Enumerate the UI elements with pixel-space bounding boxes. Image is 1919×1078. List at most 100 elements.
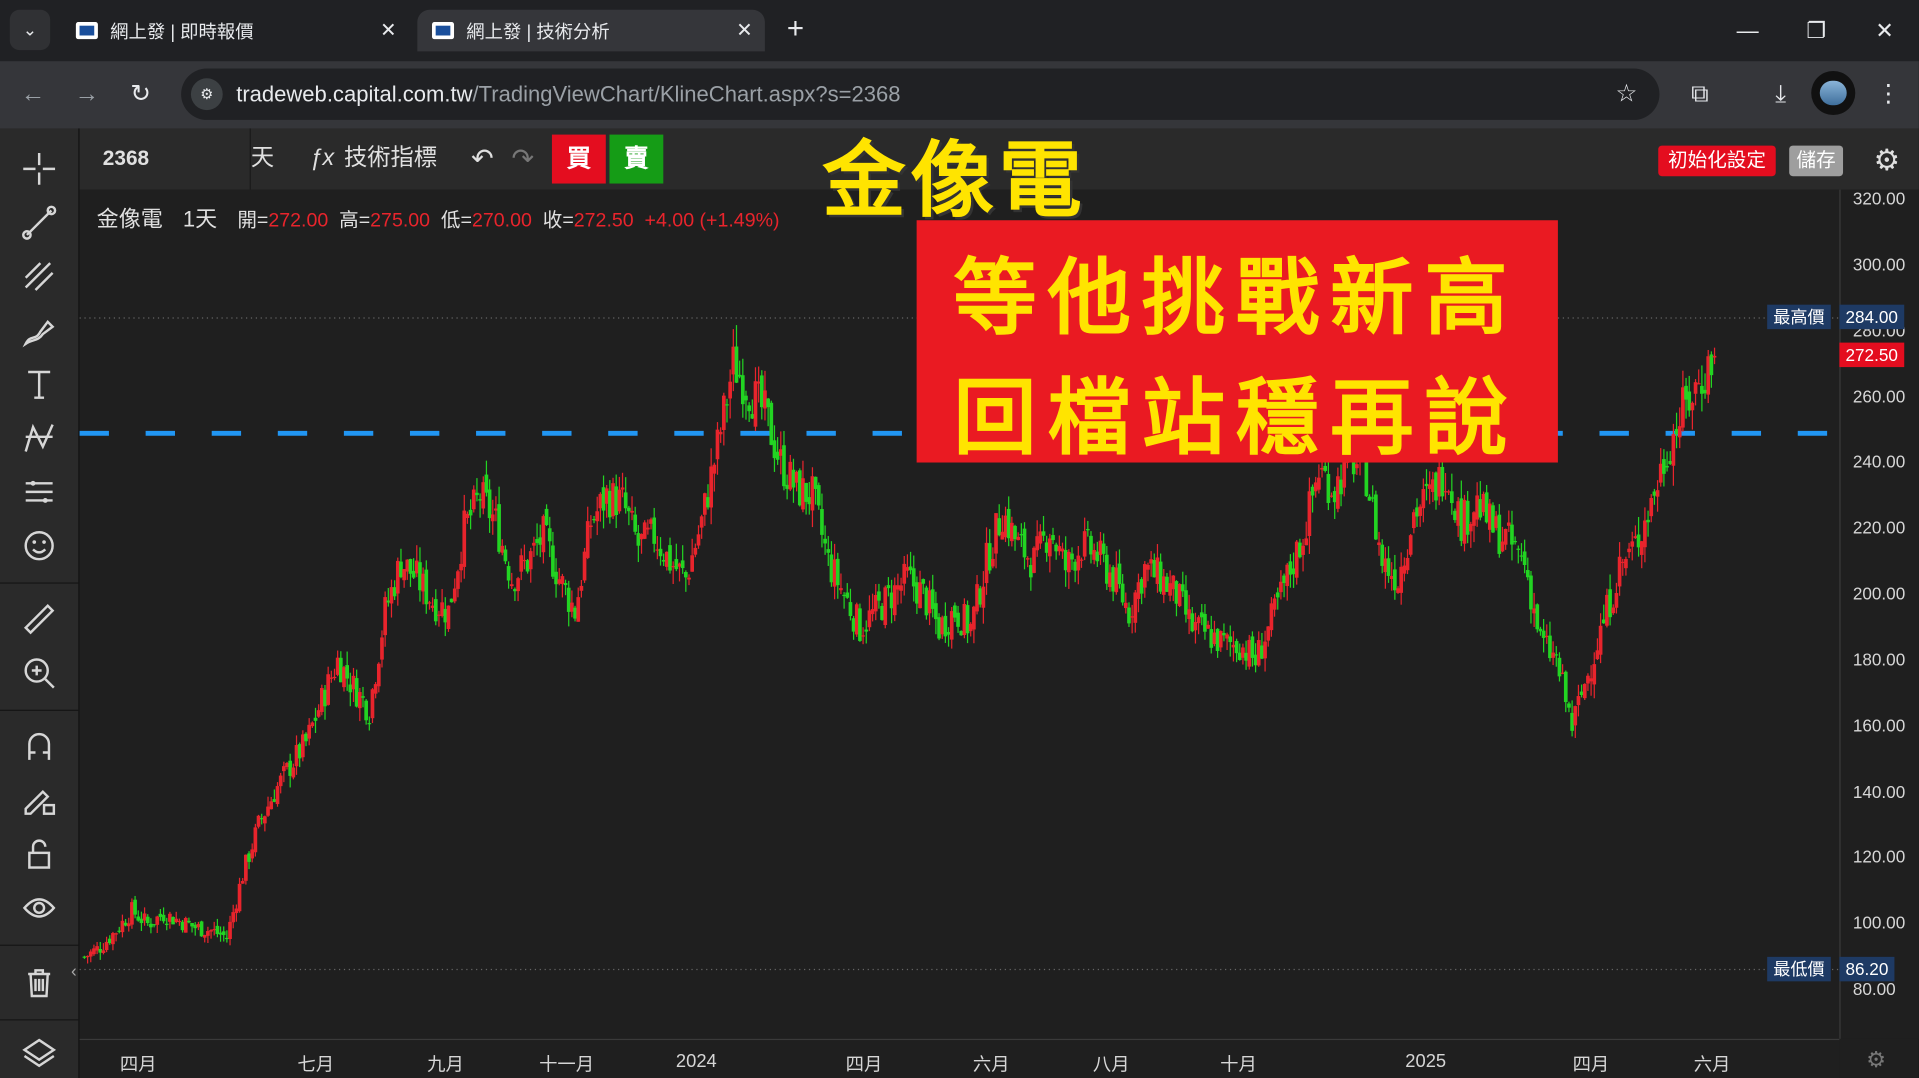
candle-body — [503, 549, 508, 562]
candle-body — [813, 476, 818, 489]
zoom-in-icon[interactable] — [17, 651, 61, 695]
candle-body — [449, 598, 454, 603]
extensions-icon[interactable]: ⧉ — [1682, 76, 1719, 113]
candle-body — [889, 592, 894, 609]
candle-body — [487, 489, 492, 519]
chart-settings-icon[interactable]: ⚙ — [1866, 1047, 1886, 1073]
redo-icon[interactable]: ↷ — [512, 128, 535, 189]
candle-body — [376, 663, 381, 687]
candle-body — [1095, 551, 1100, 562]
candle-body — [870, 609, 875, 615]
candle-body — [1044, 542, 1049, 553]
banner-line-1: 等他挑戰新高 — [953, 249, 1519, 348]
candle-body — [171, 917, 175, 925]
candle-body — [994, 513, 998, 554]
back-button[interactable]: ← — [15, 76, 52, 113]
trash-icon[interactable] — [17, 961, 61, 1005]
symbol-input[interactable]: 2368 — [86, 128, 251, 190]
emoji-icon[interactable] — [17, 524, 61, 568]
crosshair-icon[interactable] — [17, 147, 61, 191]
candle-body — [823, 538, 827, 544]
candle-body — [1010, 522, 1014, 542]
candle-body — [848, 602, 853, 617]
gear-icon[interactable]: ⚙ — [1874, 143, 1900, 178]
close-icon[interactable]: ✕ — [736, 18, 752, 42]
candle-body — [633, 514, 638, 532]
candle-body — [452, 588, 457, 602]
collapse-toolbar-icon[interactable]: ‹ — [71, 961, 77, 981]
candle-body — [310, 722, 315, 727]
eye-icon[interactable] — [17, 886, 61, 930]
layers-icon[interactable] — [17, 1031, 61, 1075]
candle-body — [934, 603, 938, 620]
restore-button[interactable]: ❐ — [1792, 12, 1841, 49]
candle-body — [547, 528, 552, 542]
candle-body — [731, 346, 736, 375]
candle-body — [1380, 544, 1385, 566]
interval-button[interactable]: 天 — [251, 128, 274, 189]
sell-button[interactable]: 賣 — [609, 134, 664, 184]
ruler-icon[interactable] — [17, 597, 61, 641]
candle-body — [383, 597, 387, 636]
candle-body — [1389, 575, 1394, 580]
minimize-button[interactable]: — — [1723, 12, 1772, 49]
download-icon[interactable]: ⤓ — [1762, 76, 1799, 113]
save-button[interactable]: 儲存 — [1789, 145, 1844, 177]
indicators-button[interactable]: ƒx 技術指標 — [310, 128, 437, 189]
url-text[interactable]: tradeweb.capital.com.tw/TradingViewChart… — [236, 82, 900, 108]
undo-icon[interactable]: ↶ — [471, 128, 494, 189]
tab-realtime-quote[interactable]: 網上發 | 即時報價 ✕ — [61, 10, 409, 52]
buy-button[interactable]: 買 — [551, 134, 606, 184]
forecast-icon[interactable] — [17, 470, 61, 514]
pattern-icon[interactable] — [17, 416, 61, 460]
candle-body — [509, 584, 514, 587]
reload-button[interactable]: ↻ — [122, 76, 159, 113]
reset-settings-button[interactable]: 初始化設定 — [1658, 145, 1776, 177]
trend-line-icon[interactable] — [17, 201, 61, 245]
candle-body — [570, 602, 574, 612]
candle-body — [911, 568, 916, 587]
candle-body — [1557, 657, 1562, 677]
new-tab-button[interactable]: + — [778, 12, 812, 46]
candle-body — [611, 483, 615, 517]
tab-technical-analysis[interactable]: 網上發 | 技術分析 ✕ — [417, 9, 765, 52]
candle-body — [225, 937, 229, 940]
candle-body — [367, 723, 372, 725]
candle-body — [842, 594, 846, 597]
candle-body — [1598, 625, 1603, 655]
lock-drawing-icon[interactable] — [17, 778, 61, 822]
candle-body — [126, 923, 131, 927]
candle-body — [915, 582, 919, 604]
divider — [0, 944, 79, 946]
candle-body — [88, 951, 93, 957]
unlock-icon[interactable] — [17, 832, 61, 876]
candle-body — [275, 786, 280, 805]
candle-body — [228, 921, 232, 940]
candle-body — [130, 902, 134, 925]
magnet-icon[interactable] — [17, 724, 61, 768]
text-icon[interactable] — [17, 362, 61, 406]
tab-search-button[interactable]: ⌄ — [9, 9, 51, 51]
candle-body — [522, 559, 527, 562]
site-info-icon[interactable]: ⚙ — [190, 78, 223, 111]
candle-body — [183, 917, 188, 933]
candle-body — [212, 929, 217, 931]
menu-icon[interactable]: ⋮ — [1870, 76, 1907, 113]
y-tick-label: 300.00 — [1852, 254, 1906, 274]
candle-body — [839, 588, 843, 591]
divider — [0, 709, 79, 711]
y-tick-label: 260.00 — [1852, 386, 1906, 406]
candle-body — [456, 571, 460, 589]
bookmark-star-icon[interactable]: ☆ — [1615, 78, 1637, 109]
fib-icon[interactable] — [17, 255, 61, 299]
close-window-button[interactable]: ✕ — [1860, 12, 1909, 49]
candle-body — [1142, 564, 1147, 588]
candle-body — [1108, 572, 1112, 588]
candle-body — [810, 476, 815, 511]
candle-body — [1241, 647, 1245, 658]
profile-avatar[interactable] — [1811, 70, 1856, 116]
brush-icon[interactable] — [17, 308, 61, 352]
forward-button[interactable]: → — [69, 76, 106, 113]
close-icon[interactable]: ✕ — [380, 18, 396, 42]
candle-body — [1032, 547, 1036, 573]
